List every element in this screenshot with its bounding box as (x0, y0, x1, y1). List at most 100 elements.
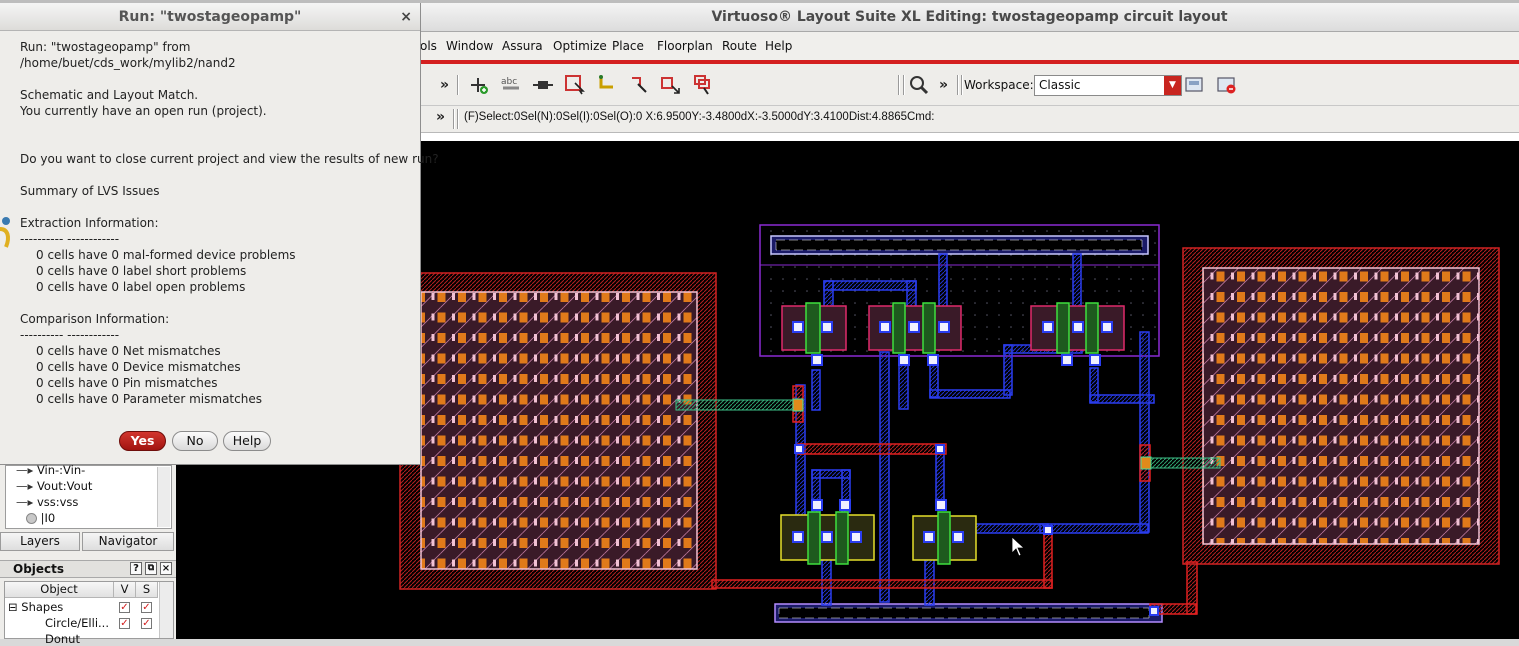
vss-rail (774, 603, 1163, 623)
toolbar-separator (903, 75, 905, 95)
tree-scrollbar[interactable] (157, 467, 170, 527)
objects-table: Object V S ⊟ Shapes ✓ ✓ Circle/Elli... ✓… (4, 581, 174, 646)
comparison-heading: Comparison Information: (20, 312, 170, 326)
menu-tools[interactable]: ols (420, 39, 437, 53)
shapes-selectable-checkbox[interactable]: ✓ (141, 602, 152, 613)
dialog-match-line: Schematic and Layout Match. (20, 88, 199, 102)
dialog-open-run-line: You currently have an open run (project)… (20, 104, 267, 118)
status-toolbar: » (F)Select:0Sel(N):0Sel(I):0Sel(O):0 X:… (420, 106, 1519, 133)
dialog-summary-heading: Summary of LVS Issues (20, 184, 160, 198)
extraction-rule: ---------- ------------ (20, 232, 120, 246)
select-area-icon[interactable] (564, 74, 586, 96)
comparison-item: 0 cells have 0 Pin mismatches (36, 376, 218, 390)
menu-bar: ols Window Assura Optimize Place Floorpl… (420, 32, 1519, 60)
column-visible[interactable]: V (114, 582, 136, 598)
tab-navigator[interactable]: Navigator (82, 532, 174, 551)
dock-divider (176, 465, 186, 639)
toolbar-separator (457, 109, 459, 129)
circle-selectable-checkbox[interactable]: ✓ (141, 618, 152, 629)
menu-floorplan[interactable]: Floorplan (657, 39, 713, 53)
mouse-cursor-icon (1011, 536, 1026, 557)
no-button[interactable]: No (172, 431, 218, 451)
move-icon[interactable] (660, 74, 682, 96)
vdd-rail (770, 235, 1149, 255)
toolbar-separator (457, 75, 459, 95)
menu-route[interactable]: Route (722, 39, 757, 53)
pad-connections (675, 399, 1221, 469)
stretch-icon[interactable] (628, 74, 650, 96)
toolbar-separator (957, 75, 959, 95)
object-row-shapes[interactable]: ⊟ Shapes (8, 600, 63, 614)
path-icon[interactable] (596, 74, 618, 96)
workspace-delete-icon[interactable] (1216, 74, 1238, 96)
canvas-frame (420, 133, 1519, 141)
toolbar-separator (898, 75, 900, 95)
yes-button[interactable]: Yes (119, 431, 166, 451)
column-object[interactable]: Object (5, 582, 114, 598)
left-pad (399, 272, 717, 590)
dialog-title: Run: "twostageopamp" (0, 3, 420, 31)
workspace-value: Classic (1039, 78, 1081, 92)
toolbar: » abc » Workspace: Classic ▼ (420, 64, 1519, 106)
close-icon[interactable]: × (160, 562, 172, 575)
extraction-item: 0 cells have 0 mal-formed device problem… (36, 248, 296, 262)
menu-optimize[interactable]: Optimize (553, 39, 607, 53)
shapes-visible-checkbox[interactable]: ✓ (119, 602, 130, 613)
comparison-item: 0 cells have 0 Net mismatches (36, 344, 221, 358)
column-selectable[interactable]: S (136, 582, 158, 598)
contacts (792, 321, 1159, 616)
menu-assura[interactable]: Assura (502, 39, 543, 53)
tree-row-instance[interactable]: |I0 (26, 511, 55, 525)
objects-scrollbar[interactable] (159, 582, 173, 638)
tab-layers[interactable]: Layers (0, 532, 80, 551)
dialog-path-line: /home/buet/cds_work/mylib2/nand2 (20, 56, 236, 70)
menu-help[interactable]: Help (765, 39, 792, 53)
nmos-transistors (780, 511, 977, 565)
tree-row-vss[interactable]: —▸ vss:vss (16, 495, 78, 509)
lvs-run-dialog: Run: "twostageopamp" × Run: "twostageopa… (0, 3, 439, 465)
navigator-tree: —▸ Vin-:Vin- —▸ Vout:Vout —▸ vss:vss |I0 (5, 463, 172, 529)
create-wire-icon[interactable] (468, 74, 490, 96)
zoom-icon[interactable] (908, 74, 930, 96)
menu-window[interactable]: Window (446, 39, 493, 53)
chevron-down-icon[interactable]: ▼ (1164, 76, 1181, 95)
svg-text:abc: abc (501, 77, 517, 87)
pin-contacts (792, 398, 1152, 470)
create-label-icon[interactable]: abc (500, 74, 522, 96)
circle-visible-checkbox[interactable]: ✓ (119, 618, 130, 629)
extraction-heading: Extraction Information: (20, 216, 159, 230)
help-button[interactable]: Help (223, 431, 271, 451)
dialog-question: Do you want to close current project and… (20, 152, 439, 166)
toolbar-separator (453, 109, 455, 129)
instance-icon (26, 513, 37, 524)
tree-row-vin-minus[interactable]: —▸ Vin-:Vin- (16, 463, 85, 477)
workspace-label: Workspace: (964, 78, 1034, 92)
workspace-select[interactable]: Classic ▼ (1034, 75, 1182, 96)
info-icon (0, 217, 10, 248)
comparison-item: 0 cells have 0 Parameter mismatches (36, 392, 262, 406)
copy-icon[interactable] (692, 74, 714, 96)
collapse-icon[interactable]: ⊟ (8, 600, 18, 614)
dialog-run-line: Run: "twostageopamp" from (20, 40, 191, 54)
object-row-circle[interactable]: Circle/Elli... (45, 616, 109, 630)
left-dock: —▸ Vin-:Vin- —▸ Vout:Vout —▸ vss:vss |I0… (0, 463, 176, 646)
comparison-rule: ---------- ------------ (20, 328, 120, 342)
extraction-item: 0 cells have 0 label short problems (36, 264, 247, 278)
menu-place[interactable]: Place (612, 39, 644, 53)
object-row-donut[interactable]: Donut (45, 632, 80, 646)
create-pin-icon[interactable] (532, 74, 554, 96)
toolbar-overflow-icon[interactable]: » (939, 77, 948, 93)
workspace-save-icon[interactable] (1184, 74, 1206, 96)
comparison-item: 0 cells have 0 Device mismatches (36, 360, 241, 374)
help-icon[interactable]: ? (130, 562, 142, 575)
objects-panel-header: Objects ? ⧉ × (0, 560, 176, 578)
right-pad (1182, 247, 1500, 565)
close-icon[interactable]: × (400, 9, 412, 25)
coordinate-status: (F)Select:0Sel(N):0Sel(I):0Sel(O):0 X:6.… (464, 111, 935, 123)
tree-row-vout[interactable]: —▸ Vout:Vout (16, 479, 92, 493)
window-title: Virtuoso® Layout Suite XL Editing: twost… (420, 3, 1519, 32)
toolbar-overflow-icon[interactable]: » (436, 109, 445, 125)
toolbar-separator (961, 75, 963, 95)
float-icon[interactable]: ⧉ (145, 562, 157, 575)
toolbar-overflow-icon[interactable]: » (440, 77, 449, 93)
